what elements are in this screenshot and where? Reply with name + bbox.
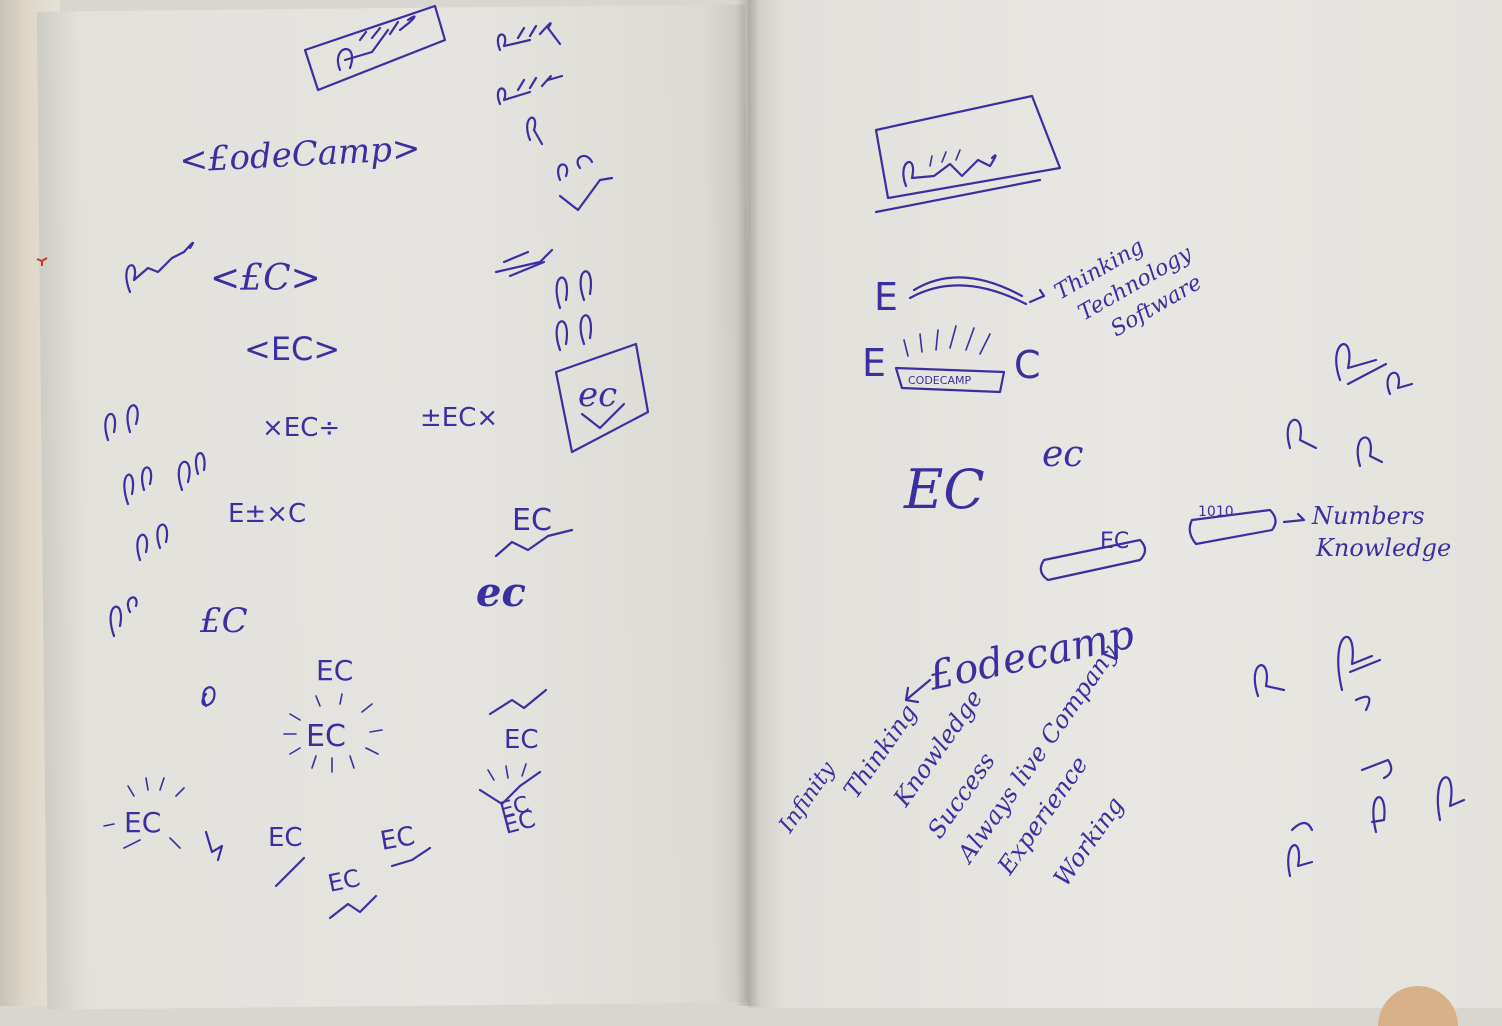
left-page — [36, 4, 756, 1010]
red-margin-mark — [36, 252, 48, 266]
notebook-gutter — [736, 0, 760, 1006]
right-page — [748, 0, 1502, 1008]
notebook-photo: <£odeCamp> <£C> <EC> ec ×EC÷ ±EC× E±×C £… — [0, 0, 1502, 1026]
